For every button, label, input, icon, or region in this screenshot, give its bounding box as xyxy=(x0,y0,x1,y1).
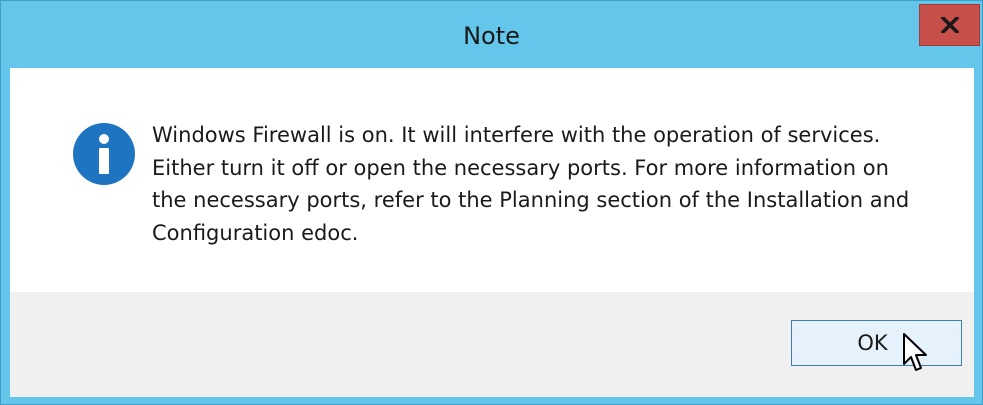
dialog-message: Windows Firewall is on. It will interfer… xyxy=(152,123,910,245)
close-button[interactable] xyxy=(919,4,980,46)
title-bar[interactable]: Note xyxy=(1,1,982,68)
mouse-pointer-icon xyxy=(903,333,927,371)
dialog-window: Note Windows Firewall is on. It will int… xyxy=(0,0,983,405)
dialog-content: Windows Firewall is on. It will interfer… xyxy=(10,68,974,292)
ok-button-label: OK xyxy=(857,331,888,355)
ok-button[interactable]: OK xyxy=(791,320,962,366)
info-icon xyxy=(73,123,135,185)
dialog-footer: OK xyxy=(10,292,974,397)
close-icon xyxy=(940,17,959,33)
dialog-title: Note xyxy=(463,22,520,50)
